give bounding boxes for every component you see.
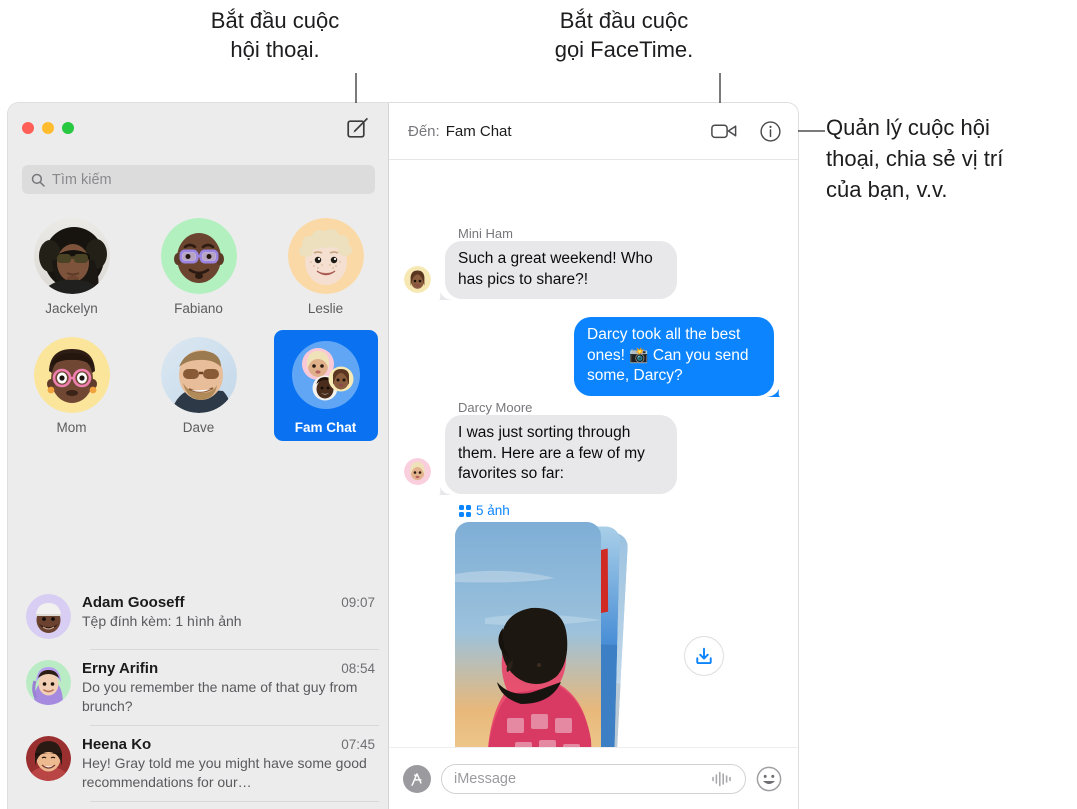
imessage-input[interactable]: iMessage xyxy=(441,763,746,794)
pinned-item-jackelyn[interactable]: Jackelyn xyxy=(20,211,124,322)
message-text: Darcy took all the best ones! 📸 Can you … xyxy=(587,326,749,384)
pinned-item-label: Leslie xyxy=(307,301,344,316)
bubble-tail-icon xyxy=(439,292,454,300)
avatar xyxy=(33,337,110,413)
conversation-time: 09:07 xyxy=(341,595,375,610)
avatar xyxy=(160,218,237,294)
message-incoming-1: Mini Ham xyxy=(458,226,513,241)
avatar xyxy=(26,660,71,705)
pinned-item-mom[interactable]: Mom xyxy=(20,330,124,441)
conversation-row-erny-arifin[interactable]: Erny Arifin 08:54 Do you remember the na… xyxy=(8,649,388,725)
message-avatar xyxy=(404,458,431,485)
message-thread: Mini Ham Such a great weekend! Who has p… xyxy=(389,160,798,747)
conversation-name: Erny Arifin xyxy=(82,660,159,677)
message-text: Such a great weekend! Who has pics to sh… xyxy=(458,250,653,288)
callout-start-conversation: Bắt đầu cuộc hội thoại. xyxy=(210,8,340,62)
bubble-tail-icon xyxy=(765,388,780,397)
message-bubble-outgoing-1[interactable]: Darcy took all the best ones! 📸 Can you … xyxy=(574,317,780,397)
to-label: Đến: xyxy=(408,122,440,140)
bubble-tail-icon xyxy=(439,486,454,495)
conversation-list: Adam Gooseff 09:07 Tệp đính kèm: 1 hình … xyxy=(8,583,388,809)
avatar xyxy=(26,736,71,781)
conversation-pane: Đến: Fam Chat Mini Ham Such a great week… xyxy=(389,103,798,809)
minimize-window-button[interactable] xyxy=(42,122,54,134)
pinned-item-label: Jackelyn xyxy=(45,301,98,316)
conversation-preview: Tệp đính kèm: 1 hình ảnh xyxy=(82,613,242,629)
message-avatar xyxy=(404,266,431,293)
conversation-time: 08:54 xyxy=(341,661,375,676)
download-icon[interactable] xyxy=(685,637,723,675)
close-window-button[interactable] xyxy=(22,122,34,134)
conversation-name: Adam Gooseff xyxy=(82,594,185,611)
callout-manage-conversation: Quản lý cuộc hội thoại, chia sẻ vị trí c… xyxy=(826,115,1004,202)
photo-attachment-stack[interactable] xyxy=(455,522,629,747)
window-traffic-lights xyxy=(22,122,74,134)
conversation-time: 07:45 xyxy=(341,737,375,752)
audio-waveform-icon[interactable] xyxy=(711,771,733,787)
pinned-item-label: Mom xyxy=(56,420,87,435)
pinned-item-label: Fabiano xyxy=(174,301,223,316)
info-circle-icon[interactable] xyxy=(760,120,781,142)
pinned-item-leslie[interactable]: Leslie xyxy=(274,211,378,322)
callout-start-facetime: Bắt đầu cuộc gọi FaceTime. xyxy=(554,8,694,62)
messages-window: Tìm kiếm Jackelyn Fabiano Leslie Mom Dav… xyxy=(8,103,798,809)
message-bubble-incoming-1[interactable]: Such a great weekend! Who has pics to sh… xyxy=(439,241,677,300)
conversation-row-heena-ko[interactable]: Heena Ko 07:45 Hey! Gray told me you mig… xyxy=(8,725,388,801)
message-text: I was just sorting through them. Here ar… xyxy=(458,424,645,482)
message-composer: iMessage xyxy=(389,747,798,809)
pinned-item-fabiano[interactable]: Fabiano xyxy=(147,211,251,322)
conversation-preview: Do you remember the name of that guy fro… xyxy=(82,679,358,714)
avatar xyxy=(26,594,71,639)
pinned-conversations-grid: Jackelyn Fabiano Leslie Mom Dave Fam Cha… xyxy=(8,211,388,441)
avatar xyxy=(160,337,237,413)
pinned-item-dave[interactable]: Dave xyxy=(147,330,251,441)
compose-pencil-icon[interactable] xyxy=(347,117,369,139)
search-icon xyxy=(31,173,45,187)
search-placeholder: Tìm kiếm xyxy=(52,171,112,188)
conversation-row-evania-henkewich[interactable]: Evania Henkewich Hôm qua Cool! Thanks fo… xyxy=(8,801,388,809)
emoji-smiley-icon[interactable] xyxy=(756,766,782,792)
search-input[interactable]: Tìm kiếm xyxy=(22,165,375,194)
photos-count-text: 5 ảnh xyxy=(476,503,510,518)
sidebar: Tìm kiếm Jackelyn Fabiano Leslie Mom Dav… xyxy=(8,103,389,809)
avatar xyxy=(33,218,110,294)
pinned-item-label: Dave xyxy=(182,420,215,435)
message-sender: Darcy Moore xyxy=(458,400,533,415)
photos-count-label[interactable]: 5 ảnh xyxy=(459,503,510,518)
conversation-name: Heena Ko xyxy=(82,736,152,753)
conversation-header: Đến: Fam Chat xyxy=(389,103,798,160)
pinned-item-label: Fam Chat xyxy=(294,420,357,435)
message-sender: Mini Ham xyxy=(458,226,513,241)
group-avatar xyxy=(288,337,364,413)
app-store-icon[interactable] xyxy=(403,764,431,793)
zoom-window-button[interactable] xyxy=(62,122,74,134)
pinned-item-fam-chat[interactable]: Fam Chat xyxy=(273,330,378,441)
avatar xyxy=(287,218,364,294)
message-bubble-incoming-2[interactable]: I was just sorting through them. Here ar… xyxy=(439,415,677,495)
grid-icon xyxy=(459,504,471,517)
conversation-row-adam-gooseff[interactable]: Adam Gooseff 09:07 Tệp đính kèm: 1 hình … xyxy=(8,583,388,649)
recipient-name[interactable]: Fam Chat xyxy=(446,123,512,140)
message-incoming-2: Darcy Moore xyxy=(458,400,532,415)
photo-attachment-front[interactable] xyxy=(455,522,601,747)
video-camera-icon[interactable] xyxy=(711,121,737,141)
conversation-preview: Hey! Gray told me you might have some go… xyxy=(82,755,367,790)
imessage-placeholder: iMessage xyxy=(454,770,517,787)
